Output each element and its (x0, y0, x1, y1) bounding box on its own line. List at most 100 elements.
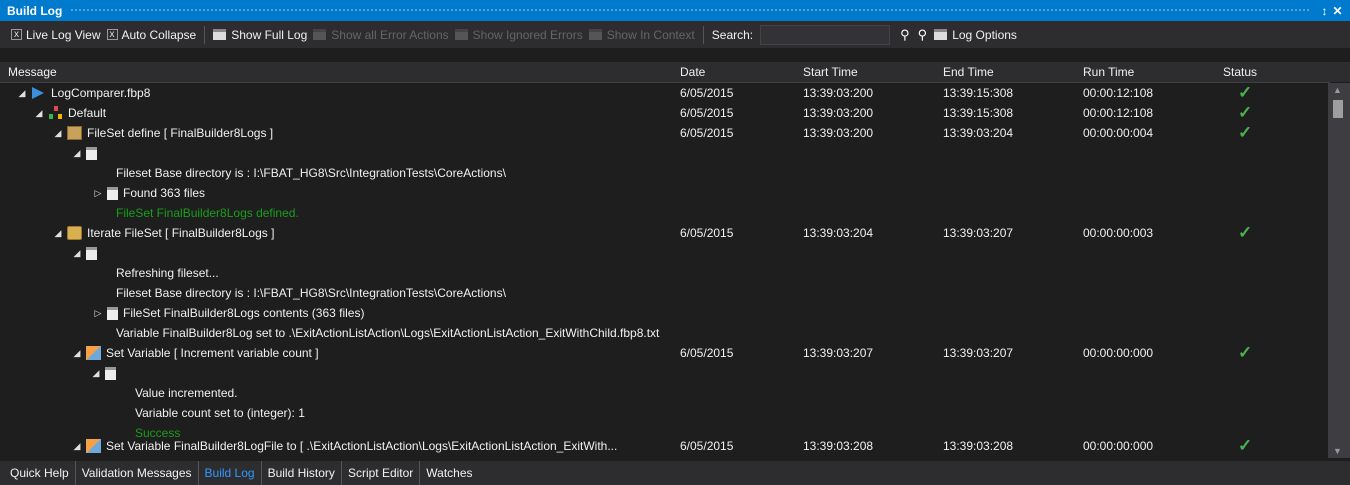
log-entry-icon (105, 366, 116, 380)
log-row[interactable]: ◢ Iterate FileSet [ FinalBuilder8Logs ] … (0, 223, 1328, 243)
row-start-time: 13:39:03:204 (803, 226, 874, 240)
log-row[interactable]: ◢ FileSet define [ FinalBuilder8Logs ] 6… (0, 123, 1328, 143)
search-next-icon[interactable]: ⚲ (918, 27, 928, 43)
log-row[interactable]: ▷ Found 363 files (0, 183, 1328, 203)
build-log-toolbar: x Live Log View x Auto Collapse Show Ful… (0, 21, 1350, 48)
window-title: Build Log (7, 3, 63, 18)
row-run-time: 00:00:00:003 (1083, 226, 1154, 240)
search-previous-icon[interactable]: ⚲ (900, 27, 910, 43)
log-row[interactable]: FileSet FinalBuilder8Logs defined. (0, 203, 1328, 223)
expand-icon[interactable]: ▷ (93, 303, 103, 323)
log-row[interactable]: Variable count set to (integer): 1 (0, 403, 1328, 423)
auto-collapse-label: Auto Collapse (121, 27, 197, 42)
search-input[interactable] (760, 24, 891, 45)
row-run-time: 00:00:00:000 (1083, 439, 1154, 453)
log-row[interactable]: ◢ (0, 243, 1328, 263)
log-row[interactable]: ◢ (0, 143, 1328, 163)
log-row[interactable]: Fileset Base directory is : I:\FBAT_HG8\… (0, 163, 1328, 183)
tab-quick-help[interactable]: Quick Help (4, 461, 76, 485)
row-end-time: 13:39:03:208 (943, 439, 1014, 453)
toolbar-separator (702, 25, 704, 44)
collapse-icon[interactable]: ◢ (53, 223, 63, 243)
log-row[interactable]: Fileset Base directory is : I:\FBAT_HG8\… (0, 283, 1328, 303)
show-full-log-label: Show Full Log (231, 27, 308, 42)
show-all-error-actions-button[interactable]: Show all Error Actions (310, 25, 451, 45)
show-ignored-errors-button[interactable]: Show Ignored Errors (452, 25, 586, 45)
close-icon[interactable]: ✕ (1331, 4, 1344, 18)
build-log-grid[interactable]: ◢ LogComparer.fbp8 6/05/2015 13:39:03:20… (0, 83, 1328, 458)
collapse-icon[interactable]: ◢ (91, 363, 101, 383)
log-row[interactable]: Variable FinalBuilder8Log set to .\ExitA… (0, 323, 1328, 343)
log-entry-icon (107, 186, 118, 200)
collapse-icon[interactable]: ◢ (53, 123, 63, 143)
row-message: FileSet FinalBuilder8Logs contents (363 … (123, 306, 365, 320)
success-check-icon: ✓ (1238, 436, 1253, 455)
error-actions-icon (313, 29, 327, 40)
collapse-icon[interactable]: ◢ (72, 143, 82, 163)
collapse-icon[interactable]: ◢ (72, 436, 82, 456)
tool-window-titlebar: Build Log ↕ ✕ (0, 0, 1350, 21)
tab-watches[interactable]: Watches (420, 461, 478, 485)
collapse-icon[interactable]: ◢ (34, 103, 44, 123)
auto-collapse-checkbox[interactable]: x (106, 29, 118, 40)
row-message: Set Variable [ Increment variable count … (106, 346, 319, 360)
log-options-label: Log Options (952, 27, 1017, 42)
show-all-error-actions-label: Show all Error Actions (331, 27, 449, 42)
log-row[interactable]: Refreshing fileset... (0, 263, 1328, 283)
tab-validation-messages[interactable]: Validation Messages (76, 461, 199, 485)
project-icon (31, 86, 46, 100)
log-row[interactable]: ◢ LogComparer.fbp8 6/05/2015 13:39:03:20… (0, 83, 1328, 103)
auto-collapse-toggle[interactable]: x Auto Collapse (104, 25, 200, 45)
log-row[interactable]: ◢ Set Variable [ Increment variable coun… (0, 343, 1328, 363)
column-header-start-time[interactable]: Start Time (803, 65, 858, 79)
log-entry-icon (86, 146, 97, 160)
live-log-view-label: Live Log View (26, 27, 101, 42)
log-row[interactable]: ◢ (0, 363, 1328, 383)
tab-build-history[interactable]: Build History (262, 461, 342, 485)
tab-script-editor[interactable]: Script Editor (342, 461, 421, 485)
column-header-end-time[interactable]: End Time (943, 65, 994, 79)
log-row[interactable]: Value incremented. (0, 383, 1328, 403)
row-end-time: 13:39:15:308 (943, 106, 1014, 120)
row-message: Refreshing fileset... (116, 266, 219, 280)
row-date: 6/05/2015 (680, 226, 734, 240)
column-header-run-time[interactable]: Run Time (1083, 65, 1134, 79)
row-message: Variable FinalBuilder8Log set to .\ExitA… (116, 326, 660, 340)
log-row[interactable]: ▷ FileSet FinalBuilder8Logs contents (36… (0, 303, 1328, 323)
log-options-icon (934, 29, 948, 40)
row-message: Value incremented. (135, 386, 238, 400)
row-date: 6/05/2015 (680, 86, 734, 100)
scroll-thumb[interactable] (1333, 100, 1343, 118)
scroll-down-icon[interactable]: ▼ (1333, 446, 1342, 456)
row-run-time: 00:00:00:000 (1083, 346, 1154, 360)
tab-build-log[interactable]: Build Log (199, 461, 262, 485)
success-check-icon: ✓ (1238, 83, 1253, 102)
collapse-icon[interactable]: ◢ (72, 343, 82, 363)
collapse-icon[interactable]: ◢ (17, 83, 27, 103)
log-row[interactable]: ◢ Default 6/05/2015 13:39:03:200 13:39:1… (0, 103, 1328, 123)
iterate-fileset-icon (67, 226, 82, 240)
titlebar-grip[interactable] (70, 8, 1310, 13)
expand-icon[interactable]: ▷ (93, 183, 103, 203)
live-log-view-toggle[interactable]: x Live Log View (8, 25, 104, 45)
log-row[interactable]: ◢ Set Variable FinalBuilder8LogFile to [… (0, 436, 1328, 456)
row-end-time: 13:39:03:204 (943, 126, 1014, 140)
row-message: Iterate FileSet [ FinalBuilder8Logs ] (87, 226, 275, 240)
show-in-context-button[interactable]: Show In Context (586, 25, 698, 45)
grid-header: Message Date Start Time End Time Run Tim… (0, 62, 1330, 83)
vertical-scrollbar[interactable]: ▲ ▼ (1328, 83, 1350, 458)
pin-icon[interactable]: ↕ (1318, 4, 1331, 18)
column-header-status[interactable]: Status (1223, 65, 1257, 79)
search-label: Search: (711, 27, 754, 42)
row-start-time: 13:39:03:200 (803, 126, 874, 140)
show-full-log-button[interactable]: Show Full Log (210, 25, 310, 45)
live-log-view-checkbox[interactable]: x (11, 29, 22, 40)
column-header-message[interactable]: Message (8, 65, 57, 79)
scroll-up-icon[interactable]: ▲ (1333, 85, 1342, 95)
log-options-button[interactable]: Log Options (931, 25, 1020, 45)
column-header-date[interactable]: Date (680, 65, 705, 79)
row-message: FileSet FinalBuilder8Logs defined. (116, 206, 299, 220)
row-run-time: 00:00:12:108 (1083, 106, 1154, 120)
row-end-time: 13:39:03:207 (943, 346, 1014, 360)
collapse-icon[interactable]: ◢ (72, 243, 82, 263)
